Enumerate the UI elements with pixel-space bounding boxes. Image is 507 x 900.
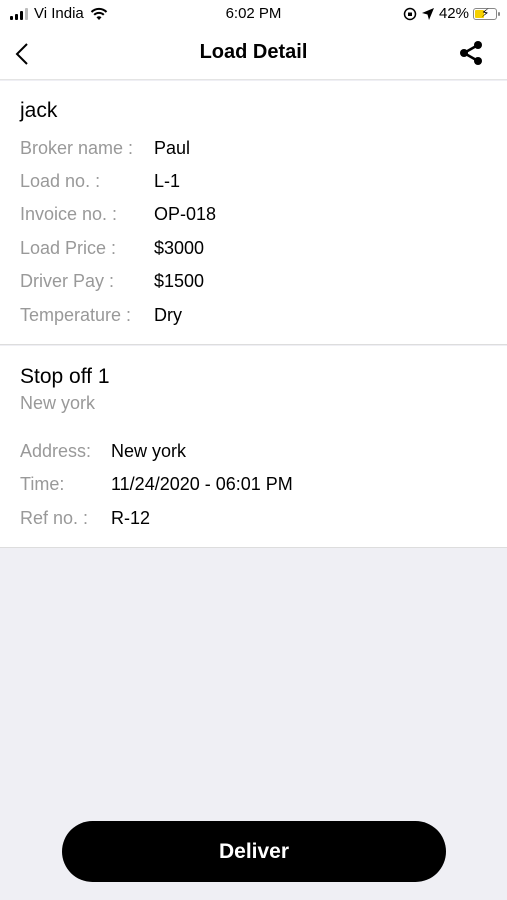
load-info-card: jack Broker name : Paul Load no. : L-1 I…: [0, 81, 507, 345]
field-label: Temperature :: [20, 305, 132, 325]
share-icon[interactable]: [457, 39, 485, 67]
orientation-lock-icon: [403, 7, 417, 20]
field-value: OP-018: [154, 204, 217, 224]
field-row-ref-no: Ref no. : R-12: [20, 508, 150, 529]
field-label: Load no. :: [20, 171, 101, 191]
load-name: jack: [20, 99, 58, 122]
field-row-load-price: Load Price : $3000: [20, 238, 204, 259]
field-value: R-12: [111, 508, 151, 528]
field-row-address: Address: New york: [20, 441, 186, 462]
field-row-time: Time: 11/24/2020 - 06:01 PM: [20, 474, 293, 495]
stop-title: Stop off 1: [20, 365, 110, 388]
field-value: Paul: [154, 138, 191, 158]
status-bar: Vi India 6:02 PM 42% ⚡: [0, 0, 507, 28]
battery-icon: ⚡: [473, 6, 500, 20]
field-label: Load Price :: [20, 238, 117, 258]
field-value: $3000: [154, 238, 205, 258]
field-label: Driver Pay :: [20, 271, 115, 291]
field-row-load-no: Load no. : L-1: [20, 171, 180, 192]
field-label: Invoice no. :: [20, 204, 118, 224]
battery-percent: 42%: [438, 5, 469, 22]
field-label: Address:: [20, 441, 92, 461]
field-value: $1500: [154, 271, 205, 291]
field-value: Dry: [154, 305, 182, 325]
field-value: New york: [111, 441, 187, 461]
nav-bar: Load Detail: [0, 28, 507, 80]
field-row-driver-pay: Driver Pay : $1500: [20, 271, 204, 292]
location-arrow-icon: [421, 7, 434, 20]
field-row-temperature: Temperature : Dry: [20, 305, 182, 326]
field-row-invoice: Invoice no. : OP-018: [20, 204, 216, 225]
field-label: Ref no. :: [20, 508, 89, 528]
deliver-button[interactable]: Deliver: [62, 821, 446, 882]
field-label: Broker name :: [20, 138, 134, 158]
page-title: Load Detail: [199, 41, 308, 63]
field-row-broker: Broker name : Paul: [20, 138, 190, 159]
field-value: L-1: [154, 171, 181, 191]
stop-city: New york: [20, 393, 96, 413]
stop-info-card: Stop off 1 New york Address: New york Ti…: [0, 346, 507, 548]
field-value: 11/24/2020 - 06:01 PM: [111, 474, 293, 494]
field-label: Time:: [20, 474, 65, 494]
